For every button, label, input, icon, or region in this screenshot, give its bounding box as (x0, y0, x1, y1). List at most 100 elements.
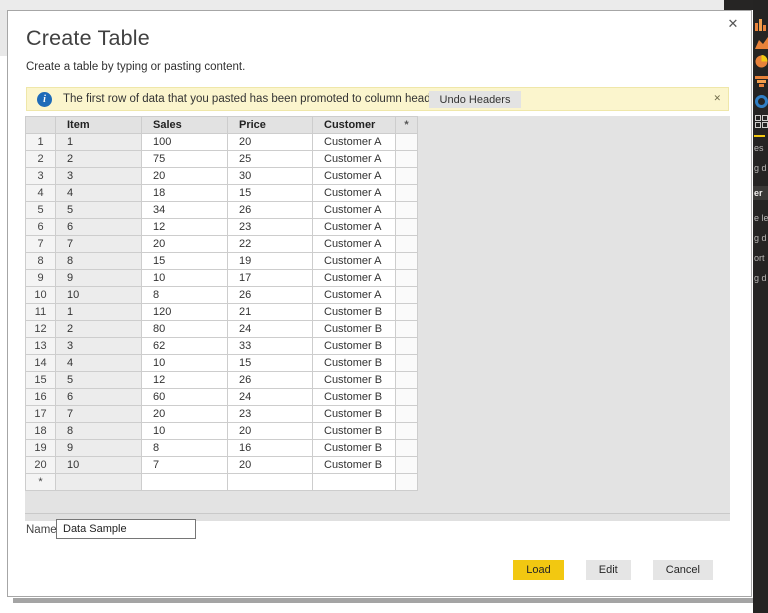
grid-cell-sales[interactable]: 60 (141, 388, 228, 406)
grid-cell-customer[interactable]: Customer A (312, 252, 396, 270)
column-header-customer[interactable]: Customer (312, 116, 396, 134)
grid-cell-customer[interactable]: Customer B (312, 422, 396, 440)
grid-cell-customer[interactable]: Customer A (312, 167, 396, 185)
grid-cell-sales[interactable]: 10 (141, 269, 228, 287)
cancel-button[interactable]: Cancel (652, 560, 713, 580)
grid-cell-new[interactable] (395, 354, 418, 372)
grid-cell-price[interactable]: 33 (227, 337, 313, 355)
grid-cell-price[interactable]: 20 (227, 133, 313, 151)
grid-cell-sales[interactable]: 10 (141, 354, 228, 372)
grid-cell-sales[interactable]: 10 (141, 422, 228, 440)
table-name-input[interactable] (56, 519, 196, 539)
banner-close-icon[interactable]: ✕ (713, 93, 721, 104)
grid-cell-sales[interactable]: 8 (141, 286, 228, 304)
column-header-sales[interactable]: Sales (141, 116, 228, 134)
grid-cell-customer[interactable]: Customer A (312, 286, 396, 304)
grid-cell-customer[interactable]: Customer B (312, 439, 396, 457)
grid-cell-item[interactable]: 5 (55, 371, 142, 389)
grid-cell-sales[interactable]: 12 (141, 371, 228, 389)
grid-cell-item[interactable]: 8 (55, 422, 142, 440)
column-header-price[interactable]: Price (227, 116, 313, 134)
grid-cell-price[interactable]: 20 (227, 456, 313, 474)
grid-cell-price[interactable]: 15 (227, 184, 313, 202)
grid-cell-customer[interactable]: Customer B (312, 405, 396, 423)
grid-cell-new[interactable] (395, 184, 418, 202)
grid-cell-item[interactable]: 10 (55, 456, 142, 474)
grid-cell-price[interactable]: 24 (227, 320, 313, 338)
grid-cell-new[interactable] (395, 473, 418, 491)
grid-cell-item[interactable]: 3 (55, 167, 142, 185)
grid-cell-item[interactable]: 2 (55, 150, 142, 168)
grid-cell-new[interactable] (395, 337, 418, 355)
grid-cell-sales[interactable]: 20 (141, 235, 228, 253)
grid-cell-customer[interactable]: Customer A (312, 150, 396, 168)
grid-cell-price[interactable]: 16 (227, 439, 313, 457)
grid-cell-price[interactable]: 26 (227, 371, 313, 389)
grid-cell-new[interactable] (395, 286, 418, 304)
grid-cell-price[interactable]: 26 (227, 286, 313, 304)
grid-cell-price[interactable]: 26 (227, 201, 313, 219)
grid-cell-customer[interactable] (312, 473, 396, 491)
grid-cell-item[interactable]: 9 (55, 439, 142, 457)
grid-cell-new[interactable] (395, 167, 418, 185)
grid-cell-price[interactable]: 15 (227, 354, 313, 372)
grid-cell-price[interactable] (227, 473, 313, 491)
grid-cell-price[interactable]: 25 (227, 150, 313, 168)
grid-cell-customer[interactable]: Customer B (312, 303, 396, 321)
grid-cell-new[interactable] (395, 422, 418, 440)
grid-cell-price[interactable]: 23 (227, 405, 313, 423)
grid-cell-sales[interactable]: 20 (141, 405, 228, 423)
grid-cell-customer[interactable]: Customer A (312, 133, 396, 151)
load-button[interactable]: Load (513, 560, 564, 580)
grid-cell-new[interactable] (395, 388, 418, 406)
grid-cell-customer[interactable]: Customer B (312, 371, 396, 389)
grid-cell-sales[interactable]: 100 (141, 133, 228, 151)
grid-cell-new[interactable] (395, 320, 418, 338)
grid-cell-new[interactable] (395, 269, 418, 287)
grid-cell-price[interactable]: 24 (227, 388, 313, 406)
grid-cell-new[interactable] (395, 150, 418, 168)
grid-cell-customer[interactable]: Customer A (312, 269, 396, 287)
grid-cell-sales[interactable]: 80 (141, 320, 228, 338)
grid-cell-sales[interactable]: 120 (141, 303, 228, 321)
grid-cell-new[interactable] (395, 235, 418, 253)
grid-cell-price[interactable]: 21 (227, 303, 313, 321)
grid-cell-item[interactable]: 5 (55, 201, 142, 219)
grid-cell-sales[interactable]: 62 (141, 337, 228, 355)
grid-cell-item[interactable] (55, 473, 142, 491)
grid-cell-item[interactable]: 9 (55, 269, 142, 287)
grid-cell-price[interactable]: 17 (227, 269, 313, 287)
grid-cell-price[interactable]: 22 (227, 235, 313, 253)
grid-cell-item[interactable]: 2 (55, 320, 142, 338)
grid-cell-item[interactable]: 1 (55, 133, 142, 151)
grid-cell-sales[interactable]: 15 (141, 252, 228, 270)
grid-cell-new[interactable] (395, 303, 418, 321)
grid-cell-customer[interactable]: Customer A (312, 235, 396, 253)
new-column-header[interactable]: * (395, 116, 418, 134)
grid-cell-item[interactable]: 6 (55, 388, 142, 406)
grid-cell-sales[interactable]: 20 (141, 167, 228, 185)
grid-cell-price[interactable]: 20 (227, 422, 313, 440)
grid-cell-price[interactable]: 30 (227, 167, 313, 185)
grid-cell-price[interactable]: 19 (227, 252, 313, 270)
column-header-item[interactable]: Item (55, 116, 142, 134)
grid-cell-item[interactable]: 7 (55, 235, 142, 253)
grid-cell-new[interactable] (395, 218, 418, 236)
undo-headers-button[interactable]: Undo Headers (429, 91, 521, 108)
grid-cell-customer[interactable]: Customer B (312, 320, 396, 338)
grid-cell-item[interactable]: 4 (55, 184, 142, 202)
grid-cell-new[interactable] (395, 133, 418, 151)
grid-cell-item[interactable]: 6 (55, 218, 142, 236)
grid-cell-item[interactable]: 1 (55, 303, 142, 321)
grid-cell-sales[interactable]: 12 (141, 218, 228, 236)
grid-cell-new[interactable] (395, 456, 418, 474)
grid-cell-item[interactable]: 4 (55, 354, 142, 372)
close-icon[interactable]: ✕ (725, 16, 741, 32)
grid-cell-customer[interactable]: Customer A (312, 218, 396, 236)
grid-cell-new[interactable] (395, 405, 418, 423)
grid-cell-sales[interactable]: 75 (141, 150, 228, 168)
grid-cell-sales[interactable] (141, 473, 228, 491)
grid-cell-item[interactable]: 3 (55, 337, 142, 355)
grid-cell-customer[interactable]: Customer A (312, 184, 396, 202)
grid-cell-sales[interactable]: 7 (141, 456, 228, 474)
